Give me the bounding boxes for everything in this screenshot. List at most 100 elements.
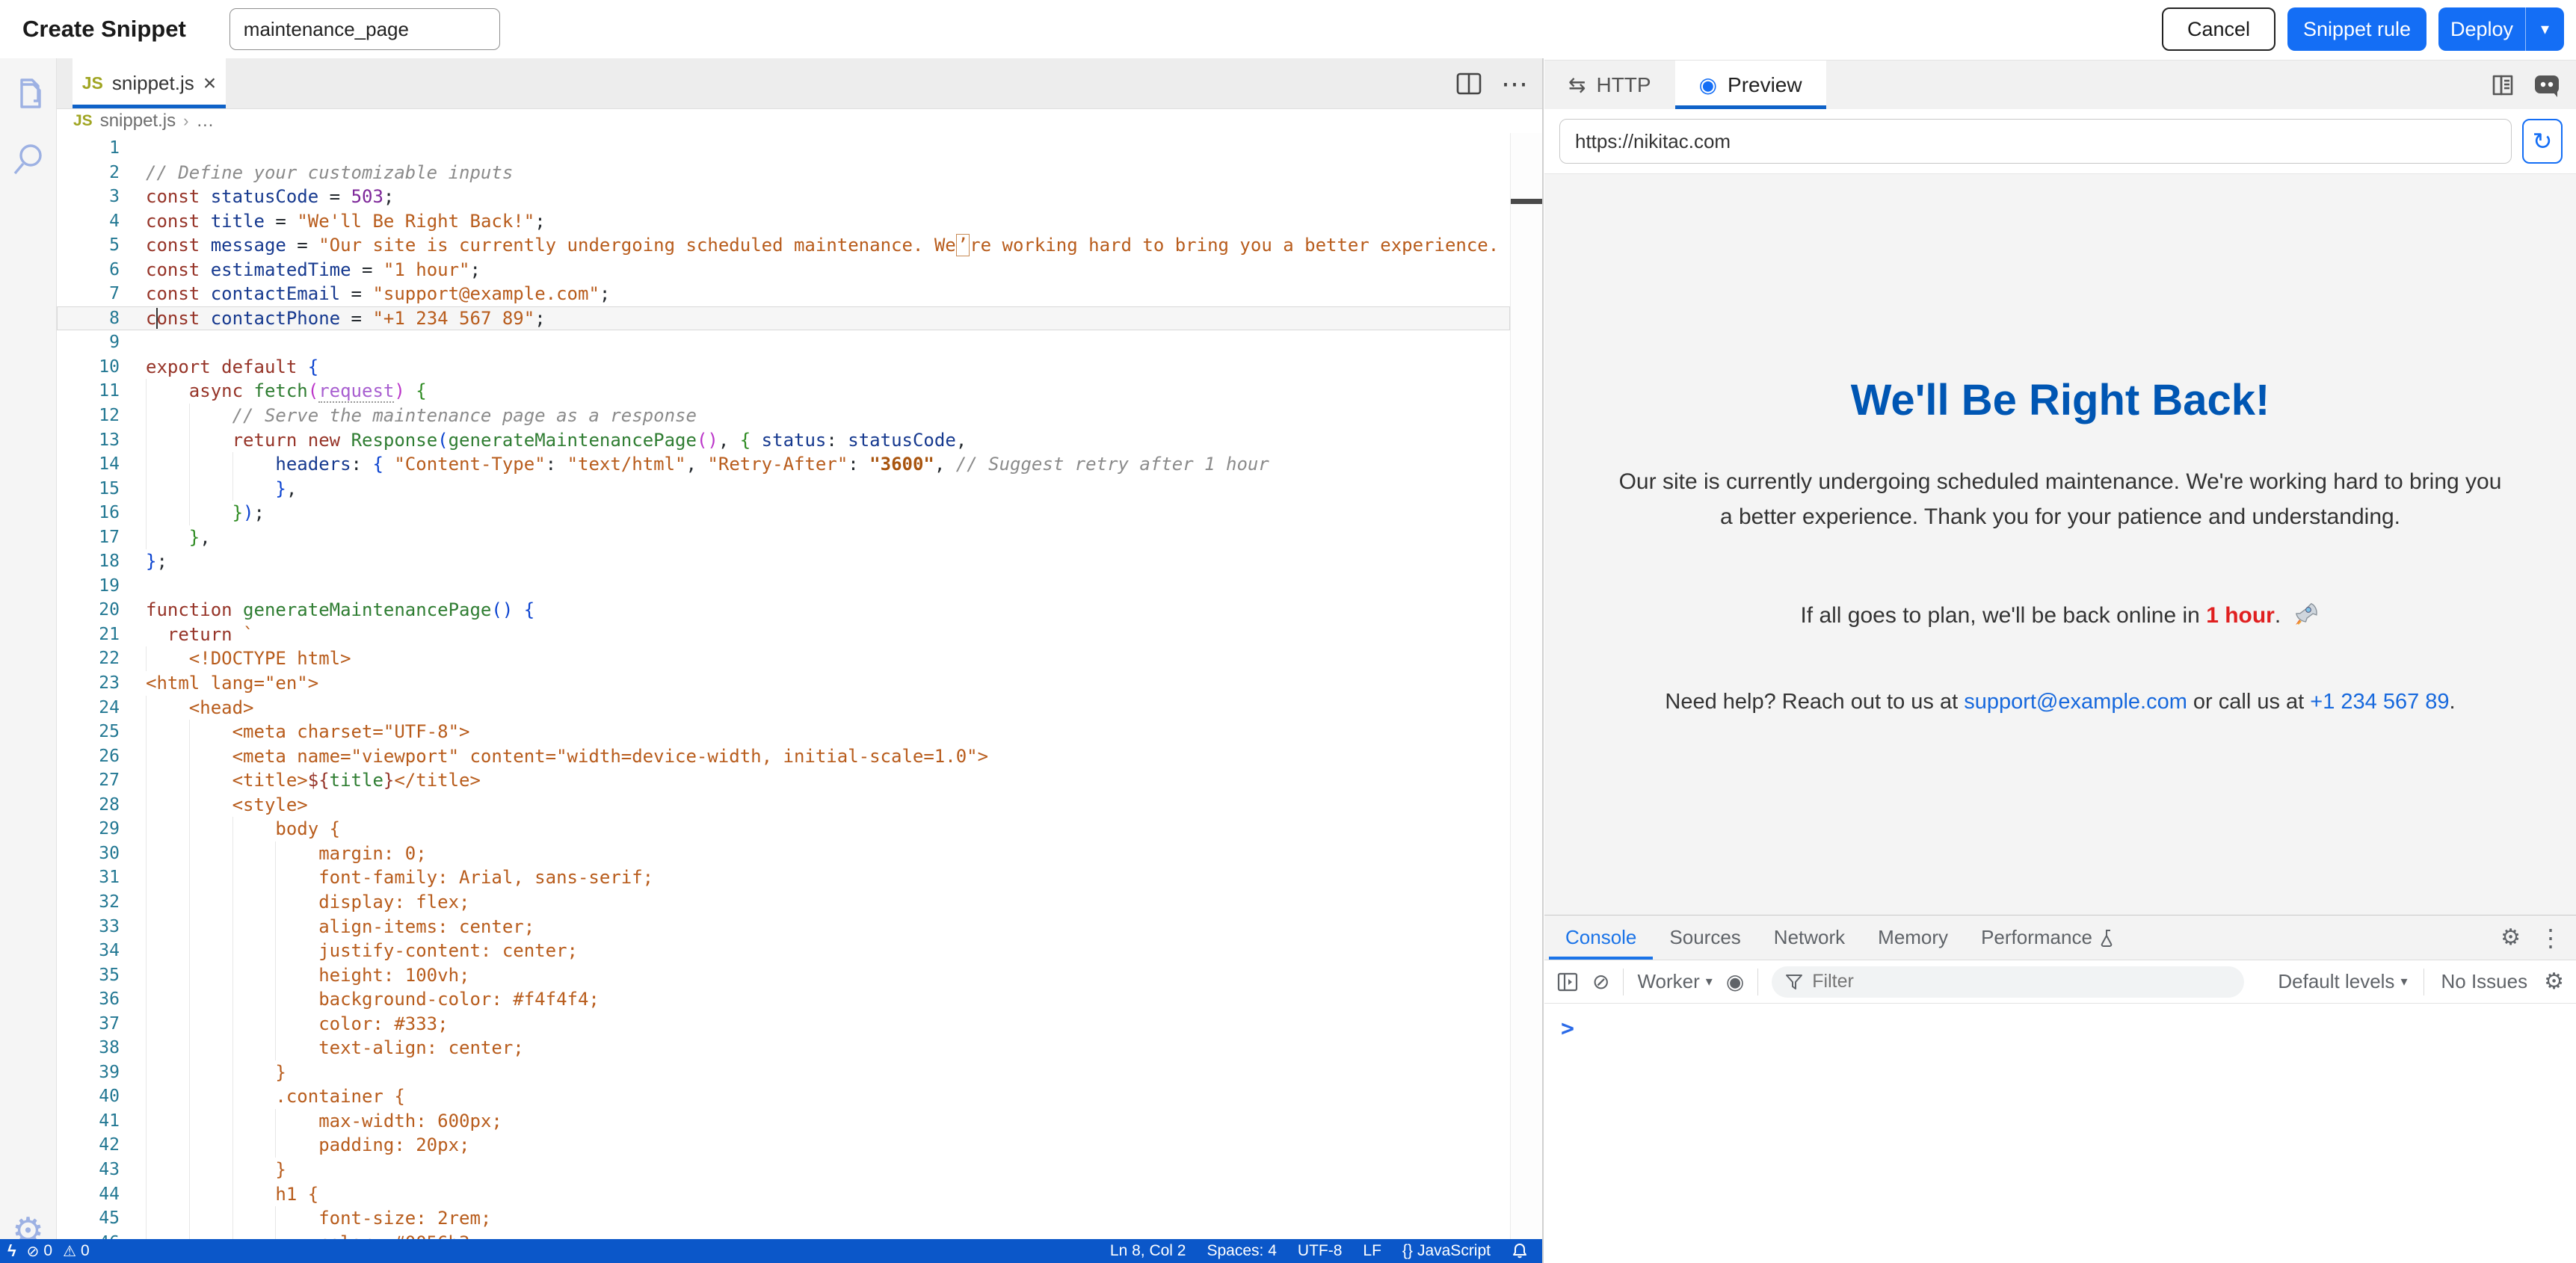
filter-input[interactable] <box>1812 971 2231 992</box>
code-line[interactable]: 3const statusCode = 503; <box>57 185 1510 209</box>
cancel-button[interactable]: Cancel <box>2162 7 2275 51</box>
more-actions-icon[interactable]: ⋯ <box>1501 68 1529 99</box>
snippet-rule-button[interactable]: Snippet rule <box>2287 7 2426 51</box>
code-line[interactable]: 44h1 { <box>57 1182 1510 1207</box>
phone-link[interactable]: +1 234 567 89 <box>2310 690 2449 714</box>
files-icon[interactable] <box>9 75 48 117</box>
snippet-name-input[interactable] <box>229 8 500 50</box>
line-number: 46 <box>57 1231 120 1239</box>
search-icon[interactable] <box>9 139 48 181</box>
code-line[interactable]: 16}); <box>57 501 1510 525</box>
console-prompt-row[interactable]: > <box>1544 1004 2576 1042</box>
problems-warnings[interactable]: ⚠ 0 <box>63 1242 90 1261</box>
code-line[interactable]: 46color: #0056b3; <box>57 1231 1510 1239</box>
code-line[interactable]: 39} <box>57 1060 1510 1085</box>
remote-indicator-icon[interactable]: ϟ <box>7 1241 16 1261</box>
code-line[interactable]: 38text-align: center; <box>57 1036 1510 1060</box>
pane-divider[interactable] <box>1542 58 1544 1263</box>
code-line[interactable]: 4const title = "We'll Be Right Back!"; <box>57 209 1510 234</box>
devtools-settings-icon[interactable]: ⚙ <box>2500 924 2521 951</box>
discord-icon[interactable] <box>2533 72 2561 99</box>
code-line[interactable]: 32display: flex; <box>57 890 1510 915</box>
code-line[interactable]: 36background-color: #f4f4f4; <box>57 987 1510 1012</box>
console-filter[interactable] <box>1772 966 2244 998</box>
code-line[interactable]: 10export default { <box>57 355 1510 380</box>
breadcrumb[interactable]: JS snippet.js › … <box>57 109 1543 133</box>
code-line[interactable]: 29body { <box>57 817 1510 842</box>
code-line[interactable]: 8const contactPhone = "+1 234 567 89"; <box>57 306 1510 331</box>
problems-errors[interactable]: ⊘ 0 <box>27 1242 52 1261</box>
code-line[interactable]: 2// Define your customizable inputs <box>57 161 1510 185</box>
tab-console[interactable]: Console <box>1549 915 1653 960</box>
context-selector[interactable]: Worker ▾ <box>1637 970 1712 993</box>
code-line[interactable]: 35height: 100vh; <box>57 963 1510 988</box>
bell-icon[interactable] <box>1512 1242 1528 1260</box>
code-line[interactable]: 13return new Response(generateMaintenanc… <box>57 428 1510 453</box>
refresh-button[interactable]: ↻ <box>2522 119 2563 164</box>
breadcrumb-file[interactable]: snippet.js <box>100 111 176 132</box>
clear-console-icon[interactable]: ⊘ <box>1592 969 1609 994</box>
console-settings-icon[interactable]: ⚙ <box>2544 969 2564 995</box>
code-line[interactable]: 43} <box>57 1158 1510 1182</box>
code-line[interactable]: 17}, <box>57 525 1510 550</box>
code-text: }, <box>120 477 1510 501</box>
docs-book-icon[interactable] <box>2489 72 2516 99</box>
code-line[interactable]: 27<title>${title}</title> <box>57 768 1510 793</box>
breadcrumb-symbol[interactable]: … <box>196 111 214 132</box>
code-line[interactable]: 1 <box>57 136 1510 161</box>
tab-preview[interactable]: ◉ Preview <box>1675 61 1826 109</box>
code-line[interactable]: 18}; <box>57 549 1510 574</box>
code-line[interactable]: 12// Serve the maintenance page as a res… <box>57 404 1510 428</box>
tab-sources[interactable]: Sources <box>1653 915 1757 960</box>
code-line[interactable]: 31font-family: Arial, sans-serif; <box>57 865 1510 890</box>
code-line[interactable]: 26<meta name="viewport" content="width=d… <box>57 744 1510 769</box>
code-editor[interactable]: 12// Define your customizable inputs3con… <box>57 133 1510 1239</box>
deploy-button[interactable]: Deploy <box>2438 7 2525 51</box>
code-line[interactable]: 6const estimatedTime = "1 hour"; <box>57 258 1510 282</box>
close-icon[interactable]: × <box>203 72 217 95</box>
tab-snippet-js[interactable]: JS snippet.js × <box>73 58 226 108</box>
code-line[interactable]: 28<style> <box>57 793 1510 818</box>
code-line[interactable]: 7const contactEmail = "support@example.c… <box>57 282 1510 306</box>
live-expression-eye-icon[interactable]: ◉ <box>1726 969 1744 994</box>
code-line[interactable]: 45font-size: 2rem; <box>57 1206 1510 1231</box>
code-line[interactable]: 24<head> <box>57 696 1510 720</box>
tab-memory[interactable]: Memory <box>1861 915 1965 960</box>
editor-scrollbar[interactable] <box>1510 133 1543 1239</box>
language-mode[interactable]: {} JavaScript <box>1402 1242 1491 1260</box>
console-sidebar-icon[interactable] <box>1556 972 1579 992</box>
code-line[interactable]: 37color: #333; <box>57 1012 1510 1037</box>
code-line[interactable]: 40.container { <box>57 1084 1510 1109</box>
split-editor-icon[interactable] <box>1456 72 1482 95</box>
code-line[interactable]: 30margin: 0; <box>57 842 1510 866</box>
code-line[interactable]: 33align-items: center; <box>57 915 1510 939</box>
code-line[interactable]: 19 <box>57 574 1510 599</box>
code-line[interactable]: 9 <box>57 330 1510 355</box>
tab-http[interactable]: ⇆ HTTP <box>1544 61 1675 109</box>
code-line[interactable]: 22<!DOCTYPE html> <box>57 646 1510 671</box>
tab-network[interactable]: Network <box>1757 915 1861 960</box>
code-line[interactable]: 20function generateMaintenancePage() { <box>57 598 1510 623</box>
code-line[interactable]: 41max-width: 600px; <box>57 1109 1510 1134</box>
kebab-menu-icon[interactable]: ⋮ <box>2539 924 2563 952</box>
tab-performance[interactable]: Performance <box>1965 915 2133 960</box>
code-line[interactable]: 11async fetch(request) { <box>57 379 1510 404</box>
scrollbar-thumb[interactable] <box>1511 199 1543 204</box>
code-line[interactable]: 25<meta charset="UTF-8"> <box>57 720 1510 744</box>
indentation-setting[interactable]: Spaces: 4 <box>1207 1242 1277 1260</box>
code-line[interactable]: 21return ` <box>57 623 1510 647</box>
code-line[interactable]: 42padding: 20px; <box>57 1133 1510 1158</box>
code-line[interactable]: 15}, <box>57 477 1510 501</box>
url-input[interactable] <box>1559 119 2512 164</box>
code-line[interactable]: 34justify-content: center; <box>57 939 1510 963</box>
email-link[interactable]: support@example.com <box>1964 690 2187 714</box>
issues-counter[interactable]: No Issues <box>2441 970 2527 993</box>
default-levels-dropdown[interactable]: Default levels ▾ <box>2278 970 2407 993</box>
code-line[interactable]: 23<html lang="en"> <box>57 671 1510 696</box>
encoding-setting[interactable]: UTF-8 <box>1298 1242 1343 1260</box>
cursor-position[interactable]: Ln 8, Col 2 <box>1110 1242 1186 1260</box>
code-line[interactable]: 14headers: { "Content-Type": "text/html"… <box>57 452 1510 477</box>
eol-setting[interactable]: LF <box>1363 1242 1381 1260</box>
code-line[interactable]: 5const message = "Our site is currently … <box>57 233 1510 258</box>
deploy-dropdown-caret[interactable]: ▾ <box>2525 7 2564 51</box>
